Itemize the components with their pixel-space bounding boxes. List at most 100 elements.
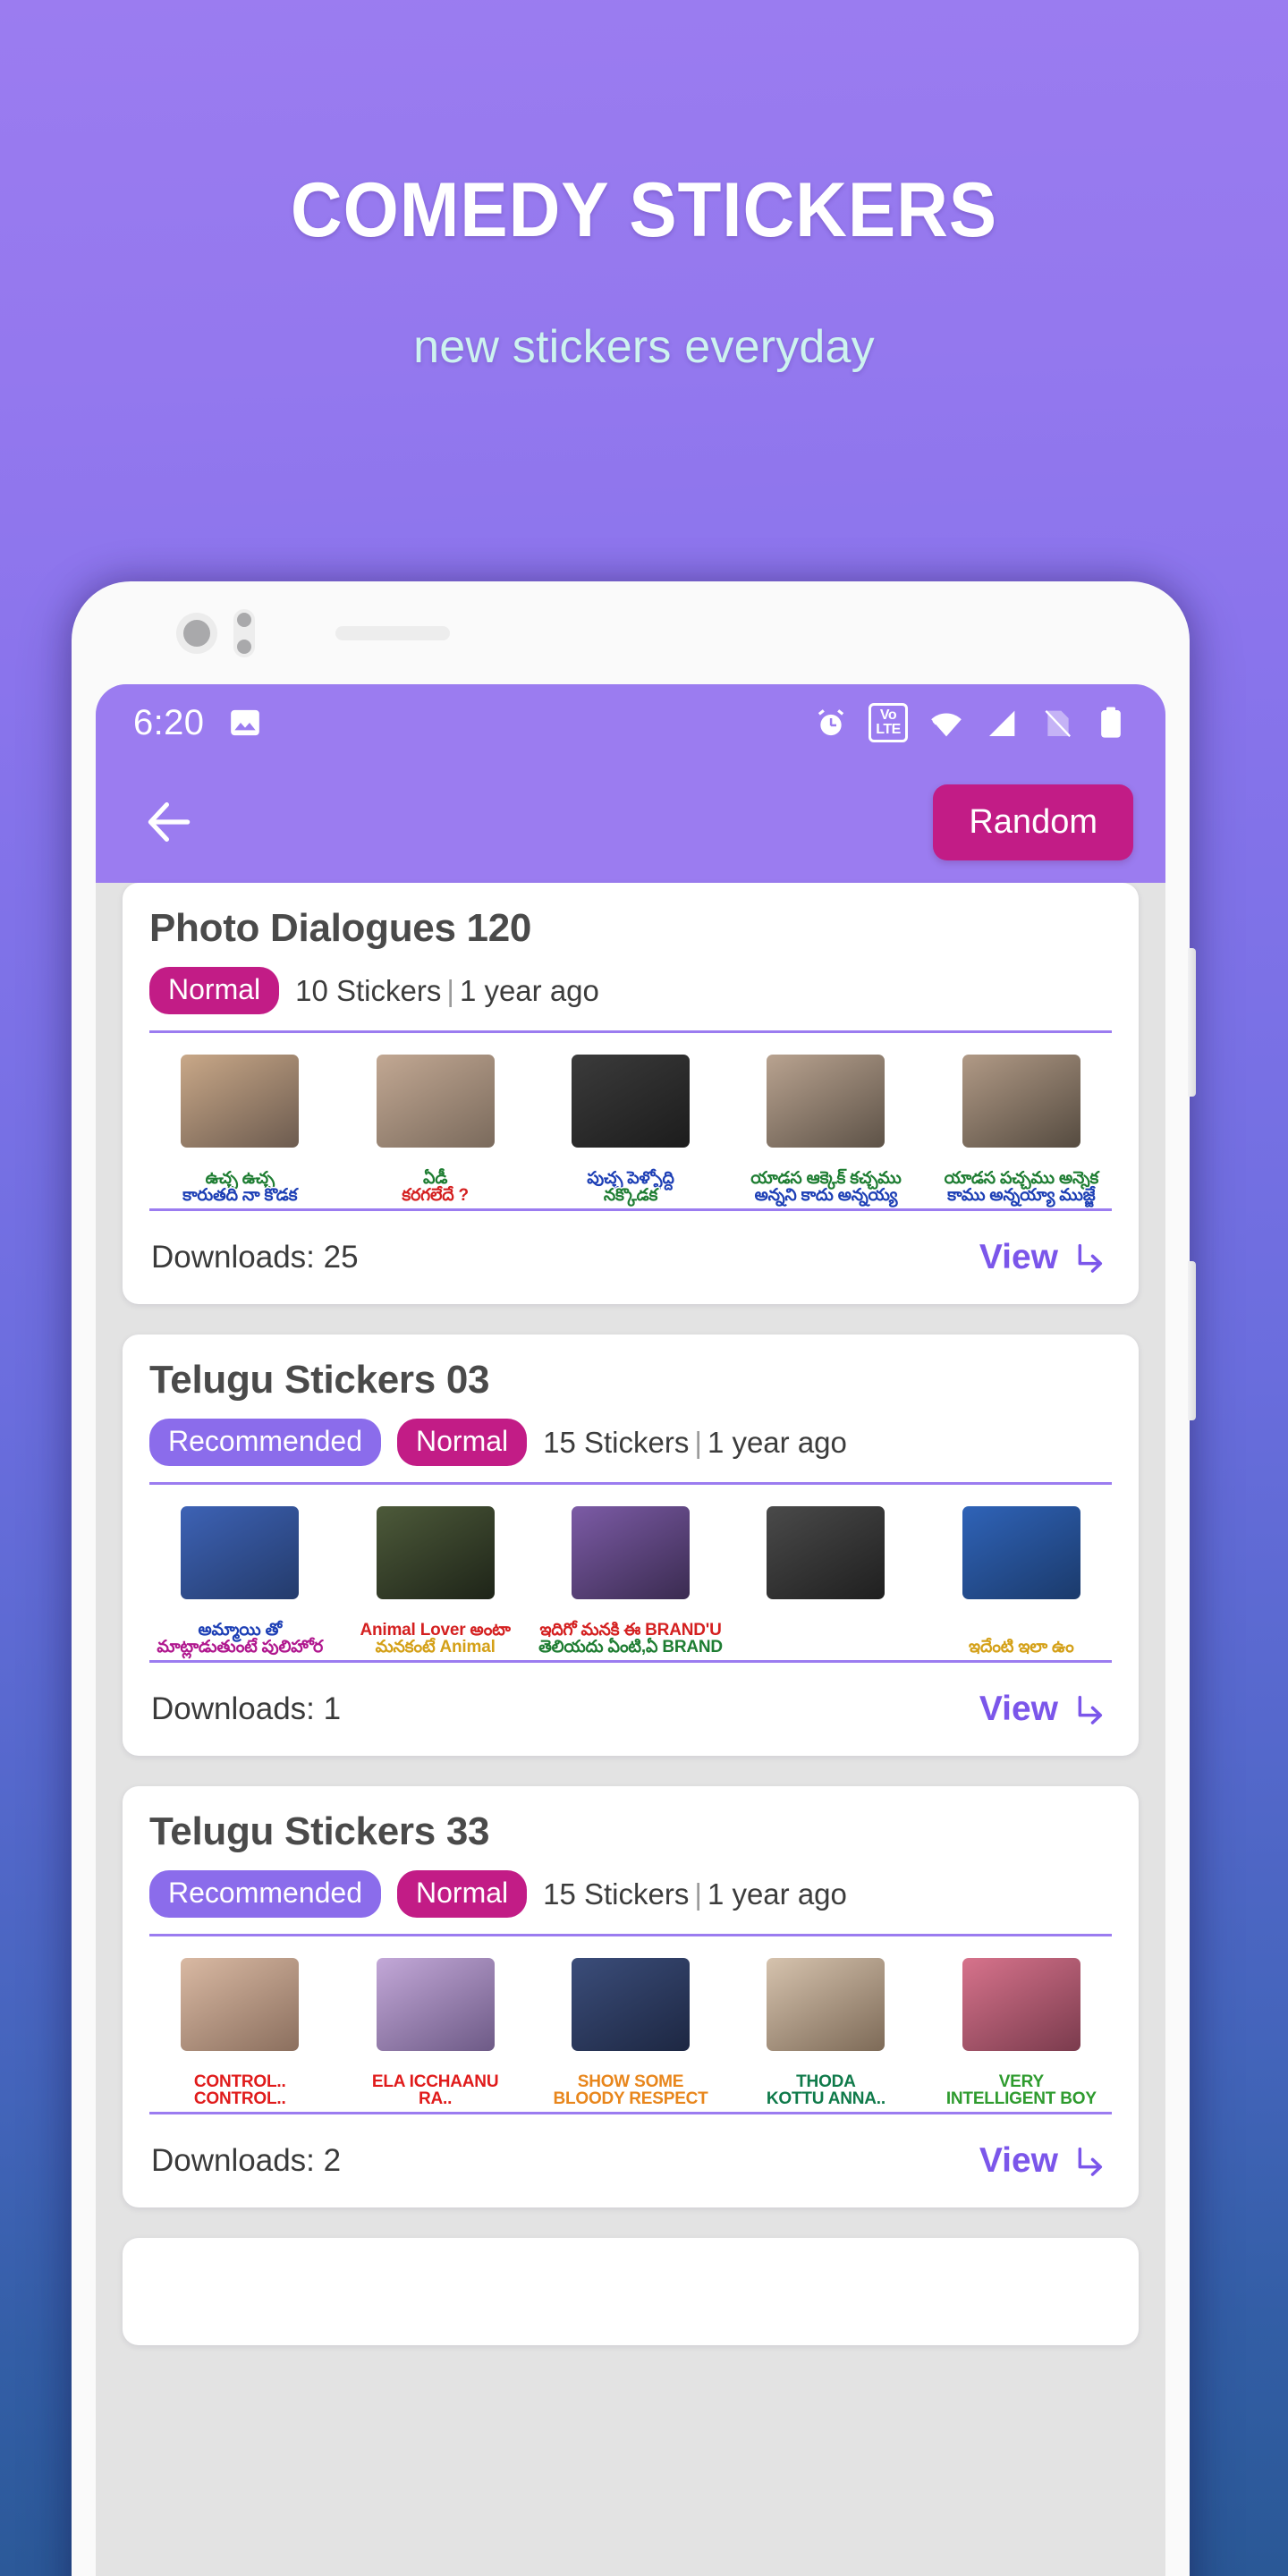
sticker-pack-card[interactable]: Photo Dialogues 120 Normal 10 Stickers | 1 y…	[123, 883, 1139, 1304]
sticker-caption-line1: ఉచ్చ ఉచ్చ	[205, 1168, 275, 1188]
sticker-caption: పుచ్చ పెళ్ళోద్ది నక్కొడక	[587, 1168, 674, 1209]
sticker-image	[181, 1506, 300, 1599]
sticker-image	[572, 1506, 691, 1599]
sticker-thumbnail[interactable]: యాడస పచ్చము అన్నెక కాము అన్నయ్యా ముజ్జే	[924, 1049, 1119, 1208]
sticker-image	[376, 1958, 495, 2051]
sticker-caption-line1: CONTROL..	[193, 2072, 286, 2091]
sticker-image	[767, 1506, 886, 1599]
sticker-thumbnail[interactable]: యాడస ఆక్కెక్ కచ్చము అన్నని కాదు అన్నయ్య	[728, 1049, 923, 1208]
sticker-pack-card[interactable]: Telugu Stickers 03 Recommended Normal 15 St…	[123, 1335, 1139, 1756]
sticker-caption-line2: RA..	[419, 2089, 453, 2109]
sticker-image	[962, 1958, 1080, 2051]
sticker-thumbnail[interactable]: SHOW SOME BLOODY RESPECT	[533, 1953, 728, 2112]
arrow-branch-icon	[1078, 2147, 1103, 2176]
phone-power-button[interactable]	[1188, 1261, 1196, 1420]
sticker-caption-line2: నక్కొడక	[603, 1186, 658, 1206]
signal-icon	[985, 705, 1021, 741]
arrow-branch-icon	[1078, 1695, 1103, 1724]
sticker-caption: THODA KOTTU ANNA..	[767, 2072, 886, 2113]
sticker-pack-list[interactable]: Photo Dialogues 120 Normal 10 Stickers | 1 y…	[96, 883, 1165, 2576]
phone-bezel-top	[72, 581, 1190, 684]
view-button[interactable]: View	[979, 1690, 1108, 1729]
status-bar-icons: Vo LTE	[813, 703, 1126, 742]
sticker-image	[376, 1055, 495, 1148]
view-label: View	[979, 1238, 1058, 1276]
sticker-preview-strip[interactable]: CONTROL.. CONTROL.. ELA ICCHAANU RA.. SHOW S…	[123, 1936, 1139, 2112]
meta-separator: |	[694, 1425, 702, 1459]
meta-separator: |	[694, 1877, 702, 1911]
sticker-pack-card-partial[interactable]	[123, 2238, 1139, 2345]
sticker-caption-line1: VERY	[998, 2072, 1044, 2091]
sticker-caption-line2: మనకంటే Animal	[375, 1638, 496, 1657]
sticker-thumbnail[interactable]: VERY INTELLIGENT BOY	[924, 1953, 1119, 2112]
pack-footer: Downloads: 1 View	[123, 1663, 1139, 1756]
sticker-caption-line2: మాట్లాడుతుంటే పులిహోర	[157, 1638, 324, 1657]
sticker-image	[962, 1055, 1080, 1148]
sticker-thumbnail[interactable]: ఏడీ కరగలేదే ?	[337, 1049, 532, 1208]
pack-age: 1 year ago	[707, 1425, 847, 1459]
pack-footer: Downloads: 25 View	[123, 1211, 1139, 1304]
sticker-thumbnail[interactable]	[728, 1501, 923, 1660]
sticker-thumbnail[interactable]: CONTROL.. CONTROL..	[142, 1953, 337, 2112]
status-badge-recommended: Recommended	[149, 1870, 381, 1918]
sticker-pack-card[interactable]: Telugu Stickers 33 Recommended Normal 15 St…	[123, 1786, 1139, 2207]
sticker-caption-line2: అన్నని కాదు అన్నయ్య	[754, 1186, 898, 1206]
back-button[interactable]	[135, 788, 203, 856]
random-button[interactable]: Random	[933, 784, 1133, 860]
pack-sticker-count: 10 Stickers	[295, 973, 442, 1007]
pack-sticker-count: 15 Stickers	[543, 1877, 690, 1911]
pack-footer: Downloads: 2 View	[123, 2114, 1139, 2207]
view-button[interactable]: View	[979, 1238, 1108, 1277]
sticker-image	[767, 1055, 886, 1148]
sticker-caption: ELA ICCHAANU RA..	[372, 2072, 499, 2113]
sticker-caption: ఏడీ కరగలేదే ?	[402, 1169, 469, 1209]
sticker-thumbnail[interactable]: THODA KOTTU ANNA..	[728, 1953, 923, 2112]
sticker-caption-line1: THODA	[796, 2072, 856, 2091]
sticker-caption: CONTROL.. CONTROL..	[193, 2072, 286, 2113]
sticker-preview-strip[interactable]: అమ్మాయి తో మాట్లాడుతుంటే పులిహోర Animal Lo…	[123, 1485, 1139, 1660]
phone-volume-button[interactable]	[1188, 948, 1196, 1097]
sticker-thumbnail[interactable]: ELA ICCHAANU RA..	[337, 1953, 532, 2112]
pack-meta-row: Normal 10 Stickers | 1 year ago	[149, 967, 1112, 1030]
sticker-caption: అమ్మాయి తో మాట్లాడుతుంటే పులిహోర	[157, 1621, 324, 1661]
earpiece-speaker-icon	[335, 625, 450, 640]
view-label: View	[979, 1690, 1058, 1728]
sticker-caption: VERY INTELLIGENT BOY	[946, 2072, 1097, 2113]
pack-meta-row: Recommended Normal 15 Stickers | 1 year ago	[149, 1870, 1112, 1934]
view-button[interactable]: View	[979, 2141, 1108, 2181]
sticker-preview-strip[interactable]: ఉచ్చ ఉచ్చ కారుతది నా కొడక ఏడీ కరగలేదే ? పుచ్…	[123, 1033, 1139, 1208]
sticker-caption-line1: SHOW SOME	[577, 2072, 684, 2091]
phone-mockup-frame: 6:20 Vo LTE Random Photo Dialogues 120 N…	[72, 581, 1196, 2576]
status-badge-normal: Normal	[149, 967, 280, 1014]
downloads-count: Downloads: 1	[151, 1691, 342, 1726]
sticker-image	[767, 1958, 886, 2051]
sticker-thumbnail[interactable]: పుచ్చ పెళ్ళోద్ది నక్కొడక	[533, 1049, 728, 1208]
pack-title: Photo Dialogues 120	[149, 906, 532, 950]
promo-background: COMEDY STICKERS new stickers everyday 6:…	[0, 0, 1288, 2576]
pack-title: Telugu Stickers 33	[149, 1809, 490, 1853]
app-screen: 6:20 Vo LTE Random Photo Dialogues 120 N…	[96, 684, 1165, 2576]
sticker-caption-line1: Animal Lover అంటా	[360, 1620, 511, 1640]
sticker-caption: SHOW SOME BLOODY RESPECT	[553, 2072, 708, 2113]
sticker-thumbnail[interactable]: అమ్మాయి తో మాట్లాడుతుంటే పులిహోర	[142, 1501, 337, 1660]
sticker-caption-line1: యాడస ఆక్కెక్ కచ్చము	[750, 1168, 902, 1188]
pack-age: 1 year ago	[459, 973, 599, 1007]
sticker-caption: యాడస ఆక్కెక్ కచ్చము అన్నని కాదు అన్నయ్య	[750, 1168, 902, 1209]
sticker-caption: ఇదిగో మనకి ఈ BRAND'U తెలియదు ఏంటి,ఏ BRAND	[538, 1621, 723, 1661]
status-badge-normal: Normal	[397, 1870, 528, 1918]
sticker-thumbnail[interactable]: ఇదిగో మనకి ఈ BRAND'U తెలియదు ఏంటి,ఏ BRAND	[533, 1501, 728, 1660]
wifi-icon	[928, 705, 965, 741]
sticker-caption-line2: ఇదేంటి ఇలా ఉం	[969, 1638, 1074, 1657]
sticker-image	[181, 1055, 300, 1148]
pack-counts: 10 Stickers | 1 year ago	[295, 974, 599, 1008]
pack-header: Telugu Stickers 33 Recommended Normal 15 St…	[123, 1786, 1139, 1934]
sticker-thumbnail[interactable]: ఉచ్చ ఉచ్చ కారుతది నా కొడక	[142, 1049, 337, 1208]
sticker-caption-line2: కాము అన్నయ్యా ముజ్జే	[947, 1186, 1096, 1206]
sticker-thumbnail[interactable]: ఇదేంటి ఇలా ఉం	[924, 1501, 1119, 1660]
sticker-thumbnail[interactable]: Animal Lover అంటా మనకంటే Animal	[337, 1501, 532, 1660]
sticker-caption: Animal Lover అంటా మనకంటే Animal	[360, 1620, 511, 1661]
alarm-icon	[813, 705, 849, 741]
sticker-caption-line1: పుచ్చ పెళ్ళోద్ది	[587, 1168, 674, 1188]
sticker-caption-line2: కారుతది నా కొడక	[182, 1186, 298, 1206]
sticker-image	[572, 1958, 691, 2051]
